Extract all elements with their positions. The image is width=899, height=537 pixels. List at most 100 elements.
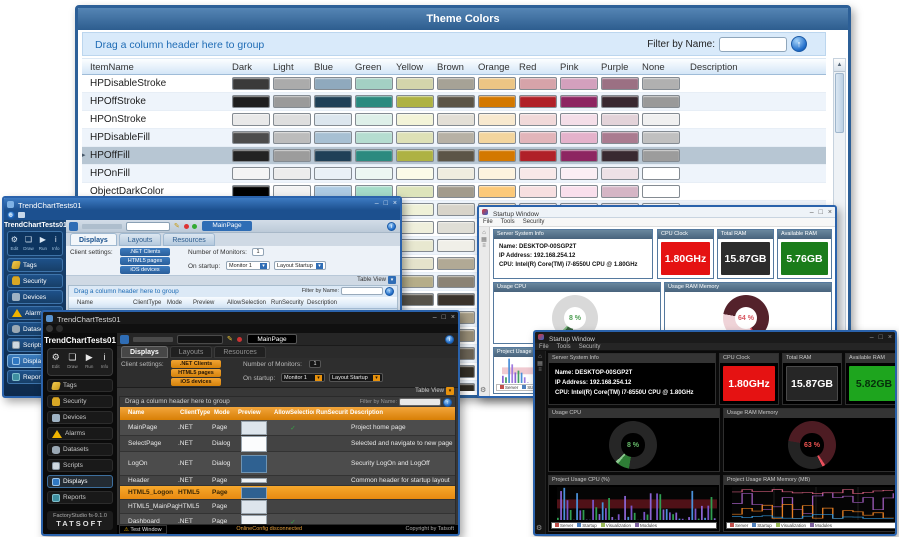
app-menu-icon[interactable]: ⚙ bbox=[7, 211, 15, 219]
record-icon[interactable] bbox=[237, 337, 242, 342]
settings-gear-icon[interactable]: ⚙ bbox=[536, 524, 542, 532]
home-icon[interactable]: ⌂ bbox=[535, 351, 545, 360]
menu-file[interactable]: File bbox=[483, 218, 493, 226]
table-row-logon[interactable]: LogOn.NETDialogSecurity LogOn and LogOff bbox=[120, 452, 455, 476]
column-header-brown[interactable]: Brown bbox=[437, 62, 464, 73]
menu-tools[interactable]: Tools bbox=[501, 218, 515, 226]
home-icon[interactable]: ⌂ bbox=[479, 227, 489, 236]
startup-layout-select[interactable]: Layout Startup ▾ bbox=[329, 373, 383, 382]
table-row[interactable]: HPOnFill bbox=[82, 165, 826, 183]
sidebar-item-scripts[interactable]: Scripts bbox=[47, 459, 113, 472]
startup-layout-select[interactable]: Layout Startup ▾ bbox=[274, 261, 326, 270]
lt-grid-headers[interactable]: NameClientTypeModePreviewAllowSelectionR… bbox=[69, 297, 397, 309]
tab-displays[interactable]: Displays bbox=[121, 346, 168, 358]
sidebar-item-devices[interactable]: Devices bbox=[7, 290, 63, 304]
tab-layouts[interactable]: Layouts bbox=[119, 233, 162, 246]
edit-pencil-icon[interactable]: ✎ bbox=[227, 335, 233, 343]
client-button--net-clients[interactable]: .NET Clients bbox=[120, 248, 170, 256]
maximize-button[interactable]: □ bbox=[442, 313, 446, 322]
menu-security[interactable]: Security bbox=[523, 218, 545, 226]
minimize-button[interactable]: – bbox=[433, 313, 437, 322]
tab-resources[interactable]: Resources bbox=[214, 346, 265, 358]
dt-titlebar[interactable]: TrendChartTests01 – □ × bbox=[43, 312, 458, 324]
grid-icon[interactable]: ▦ bbox=[535, 360, 545, 367]
lt-grid-groupbar[interactable]: Drag a column header here to group Filte… bbox=[69, 286, 397, 297]
monitors-value[interactable]: 1 bbox=[309, 360, 321, 368]
table-row[interactable]: HPDisableFill bbox=[82, 129, 826, 147]
grid-column-allowselection[interactable]: AllowSelection bbox=[272, 407, 314, 420]
monitors-value[interactable]: 1 bbox=[252, 248, 264, 256]
column-header-pink[interactable]: Pink bbox=[560, 62, 578, 73]
toolbar-app-icon[interactable] bbox=[120, 335, 129, 344]
toolbar-app-icon[interactable] bbox=[69, 222, 78, 231]
column-header-orange[interactable]: Orange bbox=[478, 62, 510, 73]
list-icon[interactable]: ≡ bbox=[479, 243, 489, 249]
table-row[interactable]: ▸HPOffFill bbox=[82, 147, 826, 165]
column-header-dark[interactable]: Dark bbox=[232, 62, 252, 73]
pages-icon[interactable]: ❏Draw bbox=[23, 235, 34, 253]
table-row[interactable]: HPOffStroke bbox=[82, 93, 826, 111]
grid-column-runsecurity[interactable]: RunSecurity bbox=[314, 407, 348, 420]
startup-monitor-select[interactable]: Monitor 1 ▾ bbox=[226, 261, 270, 270]
dt-toolbar[interactable]: ✎ MainPage i bbox=[117, 333, 458, 346]
column-header-description[interactable]: Description bbox=[690, 62, 738, 73]
toolbar-search-input[interactable] bbox=[126, 222, 170, 231]
grid-column-clienttype[interactable]: ClientType bbox=[131, 297, 165, 308]
dt-grid-filter-input[interactable] bbox=[399, 398, 441, 406]
table-row-html5_mainpage[interactable]: HTML5_MainPageHTML5Page bbox=[120, 500, 455, 514]
pages-icon[interactable]: ❏Draw bbox=[67, 352, 78, 372]
current-page-pill[interactable]: MainPage bbox=[202, 221, 252, 231]
table-row-html5_logon[interactable]: HTML5_LogonHTML5Page bbox=[120, 486, 455, 500]
grid-column-preview[interactable]: Preview bbox=[236, 407, 272, 420]
table-row-dashboard[interactable]: Dashboard.NETPage✓ bbox=[120, 514, 455, 525]
grid-column-clienttype[interactable]: ClientType bbox=[178, 407, 212, 420]
lt-titlebar[interactable]: TrendChartTests01 – □ × bbox=[4, 198, 400, 210]
sidebar-item-tags[interactable]: Tags bbox=[7, 258, 63, 272]
grid-column-mode[interactable]: Mode bbox=[165, 297, 191, 308]
column-header-red[interactable]: Red bbox=[519, 62, 536, 73]
menu-security[interactable]: Security bbox=[579, 343, 601, 350]
table-row-selectpage[interactable]: SelectPage.NETDialogSelected and navigat… bbox=[120, 436, 455, 452]
save-icon[interactable] bbox=[18, 212, 25, 218]
lt-toolbar[interactable]: ✎ MainPage i bbox=[66, 220, 400, 233]
grid-column-name[interactable]: Name bbox=[126, 407, 178, 420]
dt-grid-headers[interactable]: NameClientTypeModePreviewAllowSelectionR… bbox=[120, 407, 455, 420]
table-view-label[interactable]: Table View bbox=[357, 277, 386, 283]
edit-pencil-icon[interactable]: ✎ bbox=[174, 222, 180, 230]
scroll-thumb[interactable] bbox=[835, 73, 844, 133]
sidebar-item-displays[interactable]: Displays bbox=[47, 475, 113, 488]
close-button[interactable]: × bbox=[828, 208, 832, 217]
client-button-ios-devices[interactable]: iOS devices bbox=[120, 266, 170, 274]
dt-grid-filter-go-icon[interactable]: ↑ bbox=[443, 398, 452, 407]
sidebar-item-devices[interactable]: Devices bbox=[47, 411, 113, 424]
close-button[interactable]: × bbox=[451, 313, 455, 322]
client-button--net-clients[interactable]: .NET Clients bbox=[171, 360, 221, 368]
group-by-bar[interactable]: Drag a column header here to group Filte… bbox=[82, 32, 826, 56]
table-view-label[interactable]: Table View bbox=[415, 388, 444, 394]
play-icon[interactable]: ▶Run bbox=[85, 352, 93, 372]
grid-column-headers[interactable]: ItemNameDarkLightBlueGreenYellowBrownOra… bbox=[82, 58, 826, 75]
record-icon[interactable] bbox=[184, 224, 189, 229]
table-view-dropdown-icon[interactable]: ▾ bbox=[446, 387, 454, 395]
info-icon[interactable]: i bbox=[445, 335, 454, 344]
filter-go-icon[interactable]: ↑ bbox=[791, 36, 807, 52]
grid-column-name[interactable]: Name bbox=[75, 297, 131, 308]
grid-column-runsecurity[interactable]: RunSecurity bbox=[269, 297, 305, 308]
run-icon[interactable] bbox=[192, 224, 197, 229]
maximize-button[interactable]: □ bbox=[819, 208, 823, 217]
table-row-header[interactable]: Header.NETPageCommon header for startup … bbox=[120, 476, 455, 486]
client-button-html5-pages[interactable]: HTML5 pages bbox=[171, 369, 221, 377]
column-header-itemname[interactable]: ItemName bbox=[90, 62, 134, 73]
play-icon[interactable]: ▶Run bbox=[39, 235, 47, 253]
tab-layouts[interactable]: Layouts bbox=[170, 346, 213, 358]
info-icon[interactable]: iInfo bbox=[101, 352, 109, 372]
column-header-light[interactable]: Light bbox=[273, 62, 294, 73]
client-button-ios-devices[interactable]: iOS devices bbox=[171, 378, 221, 386]
list-icon[interactable]: ≡ bbox=[535, 367, 545, 373]
sidebar-item-security[interactable]: Security bbox=[47, 395, 113, 408]
gear-icon[interactable]: ⚙Edit bbox=[52, 352, 60, 372]
column-header-yellow[interactable]: Yellow bbox=[396, 62, 423, 73]
tab-resources[interactable]: Resources bbox=[163, 233, 214, 246]
theme-window-titlebar[interactable]: Theme Colors bbox=[78, 8, 848, 30]
column-header-purple[interactable]: Purple bbox=[601, 62, 628, 73]
